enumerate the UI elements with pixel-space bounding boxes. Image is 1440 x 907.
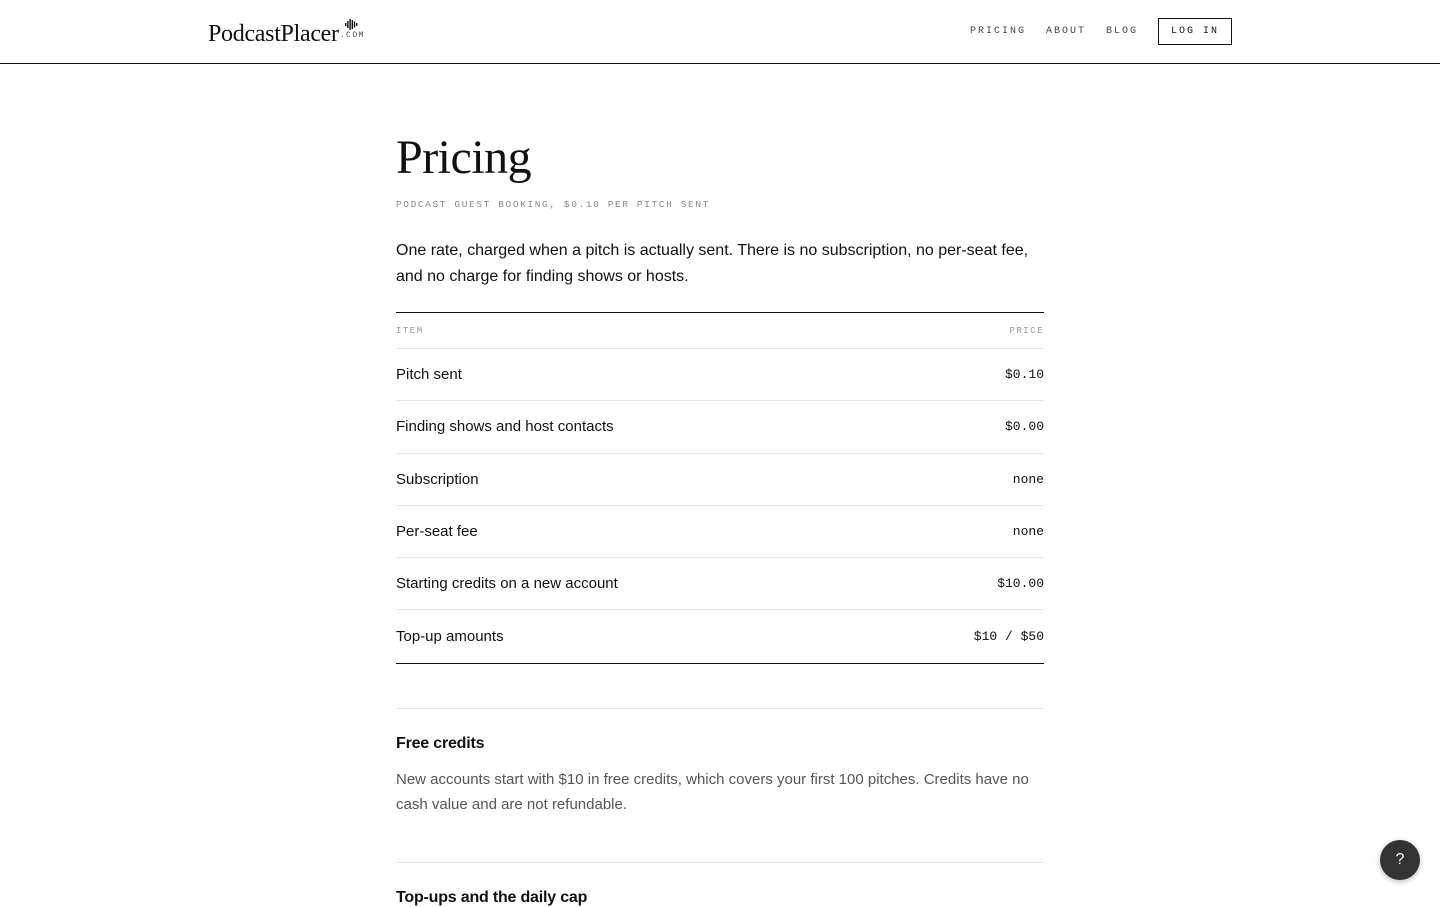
row-item: Starting credits on a new account <box>396 575 618 593</box>
main-nav: PRICING ABOUT BLOG LOG IN <box>970 18 1232 45</box>
row-item: Per-seat fee <box>396 523 478 541</box>
row-item: Top-up amounts <box>396 628 504 646</box>
row-price: $10.00 <box>997 576 1044 592</box>
table-row: Subscription none <box>396 454 1044 506</box>
pricing-content: Pricing PODCAST GUEST BOOKING, $0.10 PER… <box>396 64 1044 907</box>
brand-name: PodcastPlacer <box>208 21 339 47</box>
table-header: ITEM PRICE <box>396 313 1044 349</box>
page-title: Pricing <box>396 131 532 184</box>
sound-wave-icon <box>344 19 358 30</box>
row-item: Finding shows and host contacts <box>396 418 614 436</box>
brand-suffix: .COM <box>340 17 370 41</box>
nav-about-link[interactable]: ABOUT <box>1046 19 1086 45</box>
section-title: Top-ups and the daily cap <box>396 888 588 906</box>
free-credits-section: Free credits New accounts start with $10… <box>396 707 1044 862</box>
page-subtitle: PODCAST GUEST BOOKING, $0.10 PER PITCH S… <box>396 199 710 210</box>
row-price: $0.00 <box>1004 419 1044 435</box>
table-row: Finding shows and host contacts $0.00 <box>396 401 1044 454</box>
nav-blog-link[interactable]: BLOG <box>1106 19 1138 45</box>
row-price: $10 / $50 <box>973 629 1044 645</box>
nav-pricing-link[interactable]: PRICING <box>970 19 1026 45</box>
row-price: none <box>1012 524 1044 540</box>
section-text: New accounts start with $10 in free cred… <box>396 770 1029 813</box>
column-header-price: PRICE <box>1009 325 1044 336</box>
column-header-item: ITEM <box>396 325 424 336</box>
help-button[interactable]: ? <box>1380 840 1420 880</box>
table-row: Per-seat fee none <box>396 506 1044 559</box>
table-row: Top-up amounts $10 / $50 <box>396 610 1044 662</box>
top-navigation-bar: PodcastPlacer .COM PRICING ABOUT BLOG LO… <box>0 0 1440 64</box>
row-item: Subscription <box>396 470 479 488</box>
price-table: ITEM PRICE Pitch sent $0.10 Finding show… <box>396 312 1044 664</box>
row-price: none <box>1012 471 1044 487</box>
section-title: Free credits <box>396 734 485 752</box>
intro-text: One rate, charged when a pitch is actual… <box>396 242 1029 285</box>
topups-section: Top-ups and the daily cap <box>396 861 1044 907</box>
table-row: Pitch sent $0.10 <box>396 349 1044 402</box>
row-item: Pitch sent <box>396 366 462 384</box>
brand-logo-link[interactable]: PodcastPlacer .COM <box>208 17 370 48</box>
row-price: $0.10 <box>1004 367 1044 383</box>
login-button[interactable]: LOG IN <box>1157 18 1232 45</box>
brand-domain: .COM <box>339 31 365 40</box>
table-row: Starting credits on a new account $10.00 <box>396 558 1044 611</box>
